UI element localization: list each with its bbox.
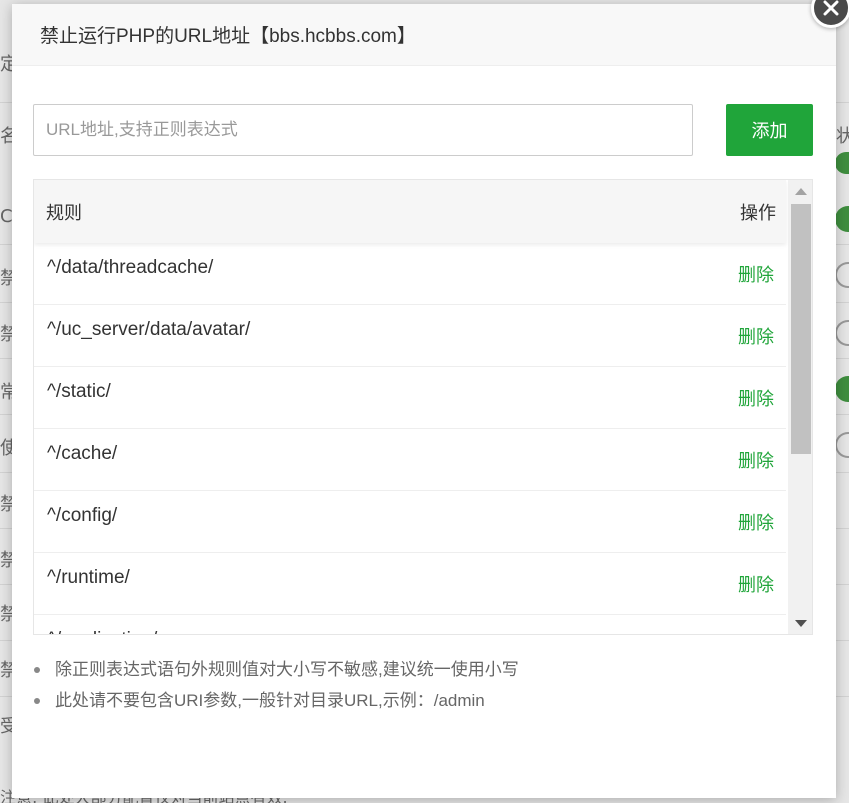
table-scrollbar[interactable] (788, 180, 812, 634)
dialog-title: 禁止运行PHP的URL地址【bbs.hcbbs.com】 (40, 26, 416, 47)
scroll-down-arrow-icon[interactable] (795, 620, 807, 627)
bg-toggle[interactable] (835, 376, 849, 402)
delete-link[interactable]: 删除 (738, 491, 774, 552)
delete-link[interactable]: 删除 (738, 367, 774, 428)
scroll-up-arrow-icon[interactable] (795, 188, 807, 195)
table-header: 规则 操作 (34, 180, 786, 243)
table-row: ^/data/threadcache/ 删除 (34, 243, 786, 305)
rule-cell: ^/cache/ (47, 443, 118, 464)
table-row: ^/cache/ 删除 (34, 429, 786, 491)
delete-link[interactable]: 删除 (738, 553, 774, 614)
table-row: ^/application/ 删除 (34, 615, 786, 634)
bullet-icon (34, 666, 40, 673)
table-body: ^/data/threadcache/ 删除 ^/uc_server/data/… (34, 243, 786, 634)
help-notes: 除正则表达式语句外规则值对大小写不敏感,建议统一使用小写 此处请不要包含URI参… (34, 654, 519, 716)
add-rule-row: 添加 (33, 104, 813, 156)
rule-cell: ^/runtime/ (47, 567, 130, 588)
rule-cell: ^/uc_server/data/avatar/ (47, 319, 251, 340)
add-button[interactable]: 添加 (726, 104, 813, 156)
rule-cell: ^/data/threadcache/ (47, 257, 214, 278)
table-row: ^/uc_server/data/avatar/ 删除 (34, 305, 786, 367)
scroll-thumb[interactable] (791, 204, 811, 454)
bg-toggle[interactable] (835, 152, 849, 174)
table-row: ^/static/ 删除 (34, 367, 786, 429)
bg-toggle[interactable] (835, 432, 849, 458)
bg-toggle[interactable] (835, 320, 849, 346)
delete-link[interactable]: 删除 (738, 243, 774, 304)
delete-link[interactable]: 删除 (738, 305, 774, 366)
bg-glyph: 状 (836, 126, 849, 147)
delete-link[interactable]: 删除 (738, 615, 774, 634)
table-row: ^/config/ 删除 (34, 491, 786, 553)
table-row: ^/runtime/ 删除 (34, 553, 786, 615)
close-icon (823, 0, 839, 16)
bullet-icon (34, 697, 40, 704)
rules-table: 规则 操作 ^/data/threadcache/ 删除 ^/uc_server… (33, 179, 813, 635)
help-note: 此处请不要包含URI参数,一般针对目录URL,示例：/admin (34, 685, 519, 716)
help-note-text: 此处请不要包含URI参数,一般针对目录URL,示例：/admin (55, 691, 485, 710)
column-header-rule: 规则 (46, 202, 82, 223)
delete-link[interactable]: 删除 (738, 429, 774, 490)
help-note-text: 除正则表达式语句外规则值对大小写不敏感,建议统一使用小写 (55, 660, 519, 679)
rule-cell: ^/static/ (47, 381, 111, 402)
rule-cell: ^/application/ (47, 615, 157, 634)
rule-cell: ^/config/ (47, 505, 118, 526)
dialog-header: 禁止运行PHP的URL地址【bbs.hcbbs.com】 (12, 4, 836, 66)
help-note: 除正则表达式语句外规则值对大小写不敏感,建议统一使用小写 (34, 654, 519, 685)
url-rules-dialog: 禁止运行PHP的URL地址【bbs.hcbbs.com】 添加 规则 操作 ^/… (12, 4, 836, 798)
url-rule-input[interactable] (33, 104, 693, 156)
column-header-action: 操作 (740, 202, 776, 223)
bg-toggle[interactable] (835, 262, 849, 288)
bg-toggle[interactable] (835, 206, 849, 232)
